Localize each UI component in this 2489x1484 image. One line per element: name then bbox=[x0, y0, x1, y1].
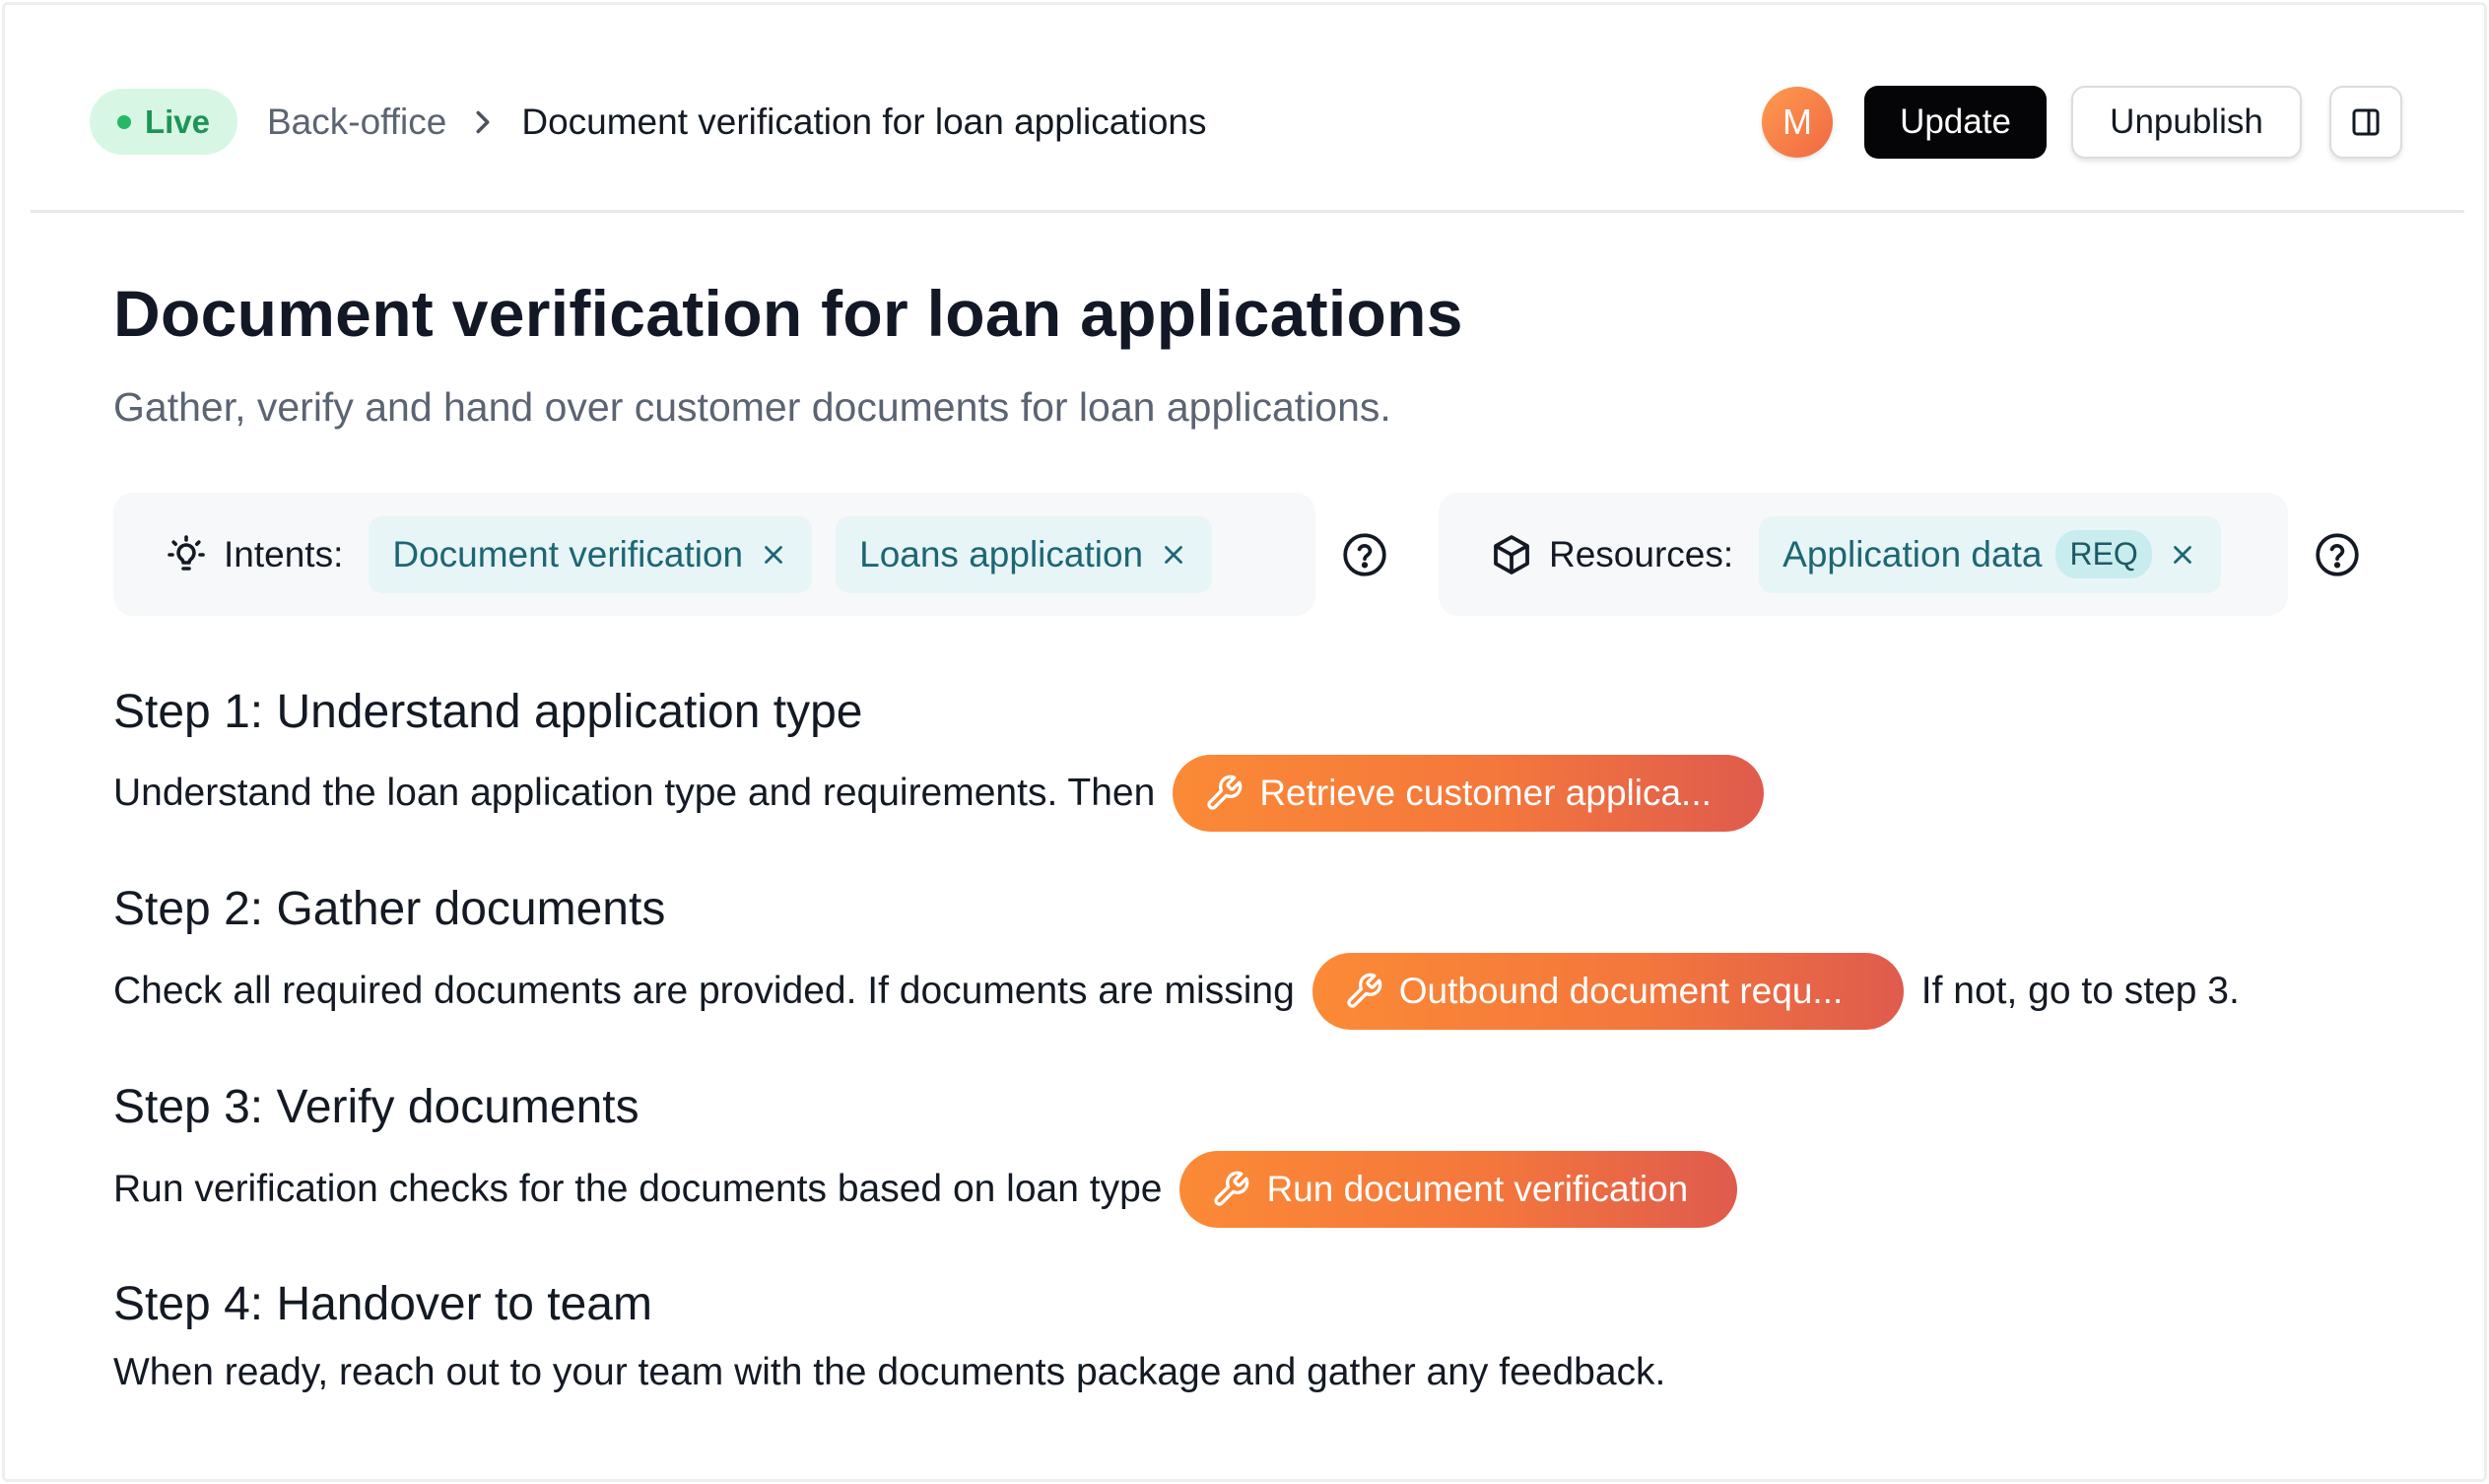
cube-icon bbox=[1494, 534, 1529, 574]
update-button[interactable]: Update bbox=[1864, 86, 2047, 159]
action-label: Outbound document requ... bbox=[1398, 971, 1844, 1011]
required-badge: REQ bbox=[2055, 530, 2152, 578]
app-window: Live Back-office Document verification f… bbox=[2, 2, 2487, 1482]
chevron-right-icon bbox=[476, 110, 490, 133]
step-text: When ready, reach out to your team with … bbox=[113, 1351, 1666, 1393]
resource-chip[interactable]: Application data REQ bbox=[1759, 515, 2221, 593]
resources-panel: Resources: Application data REQ bbox=[1439, 493, 2288, 616]
step-body: Run verification checks for the document… bbox=[113, 1150, 1755, 1229]
step-title: Step 2: Gather documents bbox=[113, 883, 666, 935]
action-label: Retrieve customer applica... bbox=[1259, 773, 1712, 813]
wrench-icon bbox=[1347, 973, 1382, 1008]
live-dot-icon bbox=[116, 114, 131, 129]
intent-chip[interactable]: Loans application bbox=[836, 515, 1213, 593]
unpublish-button[interactable]: Unpublish bbox=[2071, 86, 2302, 159]
step-text-after: If not, go to step 3. bbox=[1920, 970, 2240, 1012]
lightbulb-icon bbox=[168, 534, 205, 571]
action-pill[interactable]: Outbound document requ... bbox=[1312, 953, 1904, 1030]
intent-chip-label: Loans application bbox=[859, 533, 1144, 574]
step-title: Step 4: Handover to team bbox=[113, 1278, 652, 1330]
help-circle-icon[interactable] bbox=[1340, 530, 1389, 579]
toggle-panel-button[interactable] bbox=[2329, 86, 2402, 159]
intent-chip[interactable]: Document verification bbox=[369, 515, 813, 593]
step-body: Understand the loan application type and… bbox=[113, 754, 1782, 833]
sidebar-panel-icon bbox=[2352, 108, 2380, 136]
help-circle-icon[interactable] bbox=[2313, 530, 2362, 579]
intents-label: Intents: bbox=[224, 533, 344, 574]
action-pill[interactable]: Retrieve customer applica... bbox=[1173, 755, 1765, 832]
wrench-icon bbox=[1214, 1171, 1249, 1206]
status-badge: Live bbox=[90, 89, 237, 155]
step-text: Understand the loan application type and… bbox=[113, 772, 1156, 814]
step-title: Step 3: Verify documents bbox=[113, 1081, 639, 1133]
top-bar: Live Back-office Document verification f… bbox=[31, 5, 2464, 213]
step-text: Run verification checks for the document… bbox=[113, 1168, 1163, 1210]
status-label: Live bbox=[144, 102, 211, 140]
step-text: Check all required documents are provide… bbox=[113, 970, 1295, 1012]
breadcrumb-parent[interactable]: Back-office bbox=[267, 101, 446, 143]
breadcrumb-current: Document verification for loan applicati… bbox=[521, 101, 1207, 142]
close-icon[interactable] bbox=[759, 540, 788, 570]
resource-chip-label: Application data bbox=[1783, 533, 2043, 574]
action-pill[interactable]: Run document verification bbox=[1179, 1151, 1738, 1228]
avatar[interactable]: M bbox=[1762, 87, 1833, 158]
wrench-icon bbox=[1207, 775, 1243, 810]
page-title: Document verification for loan applicati… bbox=[113, 277, 1463, 350]
step-body: Check all required documents are provide… bbox=[113, 952, 2240, 1031]
step-title: Step 1: Understand application type bbox=[113, 686, 863, 738]
action-label: Run document verification bbox=[1266, 1169, 1689, 1209]
intent-chip-label: Document verification bbox=[392, 533, 744, 574]
close-icon[interactable] bbox=[2168, 540, 2197, 570]
breadcrumb: Back-office Document verification for lo… bbox=[267, 89, 1207, 155]
close-icon[interactable] bbox=[1159, 540, 1188, 570]
intents-panel: Intents: Document verification Loans app… bbox=[113, 493, 1315, 616]
avatar-initial: M bbox=[1783, 101, 1812, 142]
page-subtitle: Gather, verify and hand over customer do… bbox=[113, 384, 1391, 430]
resources-label: Resources: bbox=[1549, 533, 1734, 574]
